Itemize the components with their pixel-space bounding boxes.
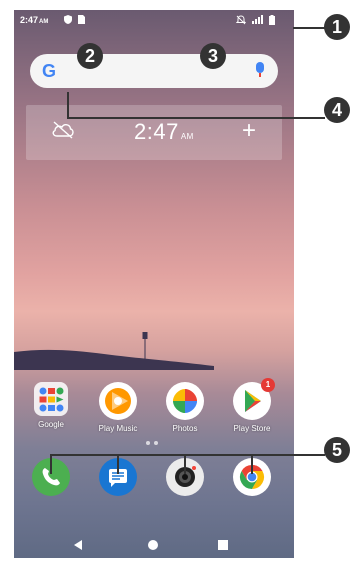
recents-icon[interactable] — [218, 540, 228, 550]
clock-widget[interactable]: 2:47 AM + — [26, 105, 282, 160]
navigation-bar — [14, 530, 294, 558]
home-icon[interactable] — [148, 540, 158, 550]
play-music-icon — [99, 382, 137, 420]
callout-4-leader-horizontal — [67, 117, 325, 119]
sim-icon — [78, 15, 85, 26]
callout-5-leader-messages — [117, 454, 119, 474]
page-indicator — [144, 432, 160, 450]
callout-5-leader-camera — [184, 454, 186, 474]
battery-icon — [269, 15, 275, 27]
app-photos[interactable]: Photos — [160, 382, 210, 433]
mic-icon[interactable] — [256, 62, 264, 77]
callout-4-leader-vertical — [67, 92, 69, 118]
app-label-google: Google — [38, 420, 64, 429]
callout-5: 5 — [324, 437, 350, 463]
google-search-bar[interactable]: G — [30, 54, 278, 88]
callout-2: 2 — [77, 43, 103, 69]
app-google-folder[interactable]: Google — [26, 382, 76, 429]
shield-icon — [64, 15, 72, 26]
photos-icon — [166, 382, 204, 420]
signal-icon — [252, 15, 266, 26]
wallpaper-lamp — [142, 332, 148, 362]
callout-5-leader-chrome — [251, 454, 253, 474]
notification-badge: 1 — [261, 378, 275, 392]
play-store-icon: 1 — [233, 378, 275, 420]
callout-1: 1 — [324, 14, 350, 40]
cloud-off-icon[interactable] — [51, 121, 75, 144]
callout-5-leader-phone — [50, 454, 52, 474]
app-label-play-music: Play Music — [98, 424, 138, 433]
callout-4: 4 — [324, 97, 350, 123]
callout-1-leader — [293, 27, 325, 29]
status-time: 2:47AM — [20, 15, 49, 25]
widget-clock[interactable]: 2:47 AM — [134, 119, 194, 145]
status-bar[interactable]: 2:47AM — [14, 10, 294, 30]
back-icon[interactable] — [74, 540, 82, 550]
callout-3: 3 — [200, 43, 226, 69]
google-logo[interactable]: G — [42, 61, 56, 82]
phone-screen: 2:47AM G 2:47 AM + Google Play Music Pho… — [14, 10, 294, 558]
app-play-store[interactable]: 1 Play Store — [227, 378, 277, 433]
app-label-play-store: Play Store — [233, 424, 271, 433]
notifications-off-icon — [235, 15, 247, 27]
callout-5-leader-horizontal — [50, 454, 325, 456]
plus-icon[interactable]: + — [242, 117, 256, 145]
wallpaper-land — [14, 349, 214, 370]
app-label-photos: Photos — [172, 424, 198, 433]
google-folder-icon — [34, 382, 68, 416]
app-play-music[interactable]: Play Music — [93, 382, 143, 433]
